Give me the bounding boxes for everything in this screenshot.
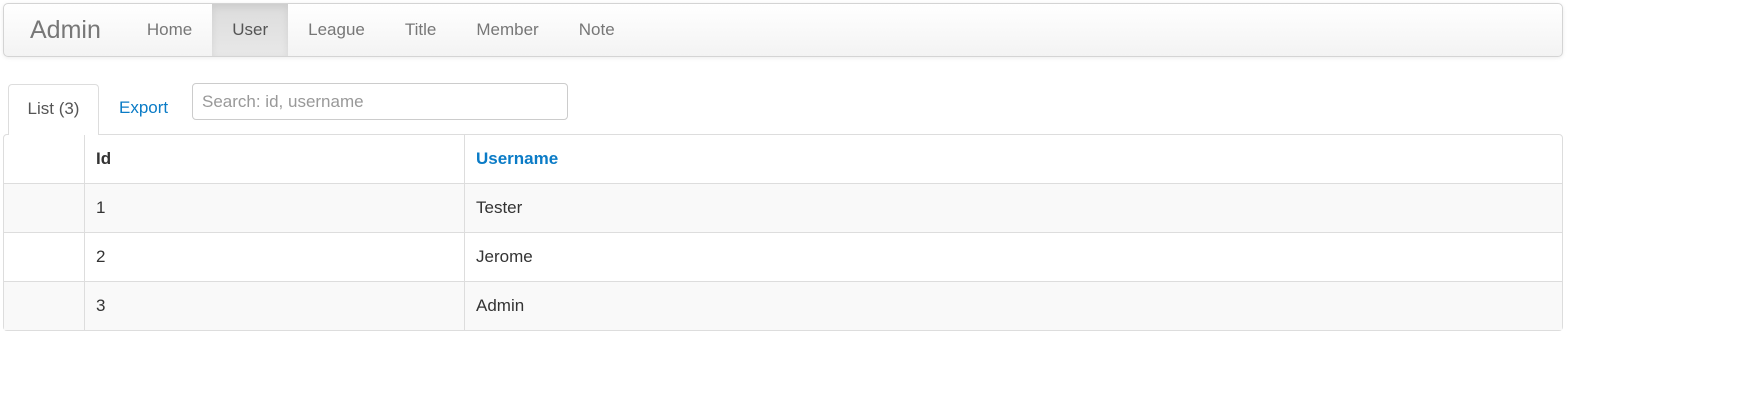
nav-member[interactable]: Member — [456, 4, 558, 56]
table-row[interactable]: 2 Jerome — [4, 232, 1562, 281]
header-select — [4, 135, 84, 183]
table-row[interactable]: 3 Admin — [4, 281, 1562, 330]
cell-username: Tester — [464, 183, 1562, 232]
nav-league[interactable]: League — [288, 4, 385, 56]
row-select-cell — [4, 183, 84, 232]
cell-id: 1 — [84, 183, 464, 232]
table-row[interactable]: 1 Tester — [4, 183, 1562, 232]
cell-username: Jerome — [464, 232, 1562, 281]
cell-id: 2 — [84, 232, 464, 281]
header-id[interactable]: Id — [84, 135, 464, 183]
nav-title[interactable]: Title — [385, 4, 457, 56]
navbar-brand[interactable]: Admin — [4, 4, 127, 56]
table-header-row: Id Username — [4, 135, 1562, 183]
tab-list[interactable]: List (3) — [8, 84, 99, 135]
cell-username: Admin — [464, 281, 1562, 330]
nav-user[interactable]: User — [212, 4, 289, 56]
row-select-cell — [4, 281, 84, 330]
header-username[interactable]: Username — [464, 135, 1562, 183]
users-table: Id Username 1 Tester 2 Jerome 3 Admin — [3, 134, 1563, 331]
row-select-cell — [4, 232, 84, 281]
nav-note[interactable]: Note — [559, 4, 635, 56]
search-input[interactable] — [192, 83, 568, 120]
nav-home[interactable]: Home — [127, 4, 212, 56]
cell-id: 3 — [84, 281, 464, 330]
tab-export[interactable]: Export — [119, 84, 168, 132]
navbar: Admin Home User League Title Member Note — [3, 3, 1563, 57]
